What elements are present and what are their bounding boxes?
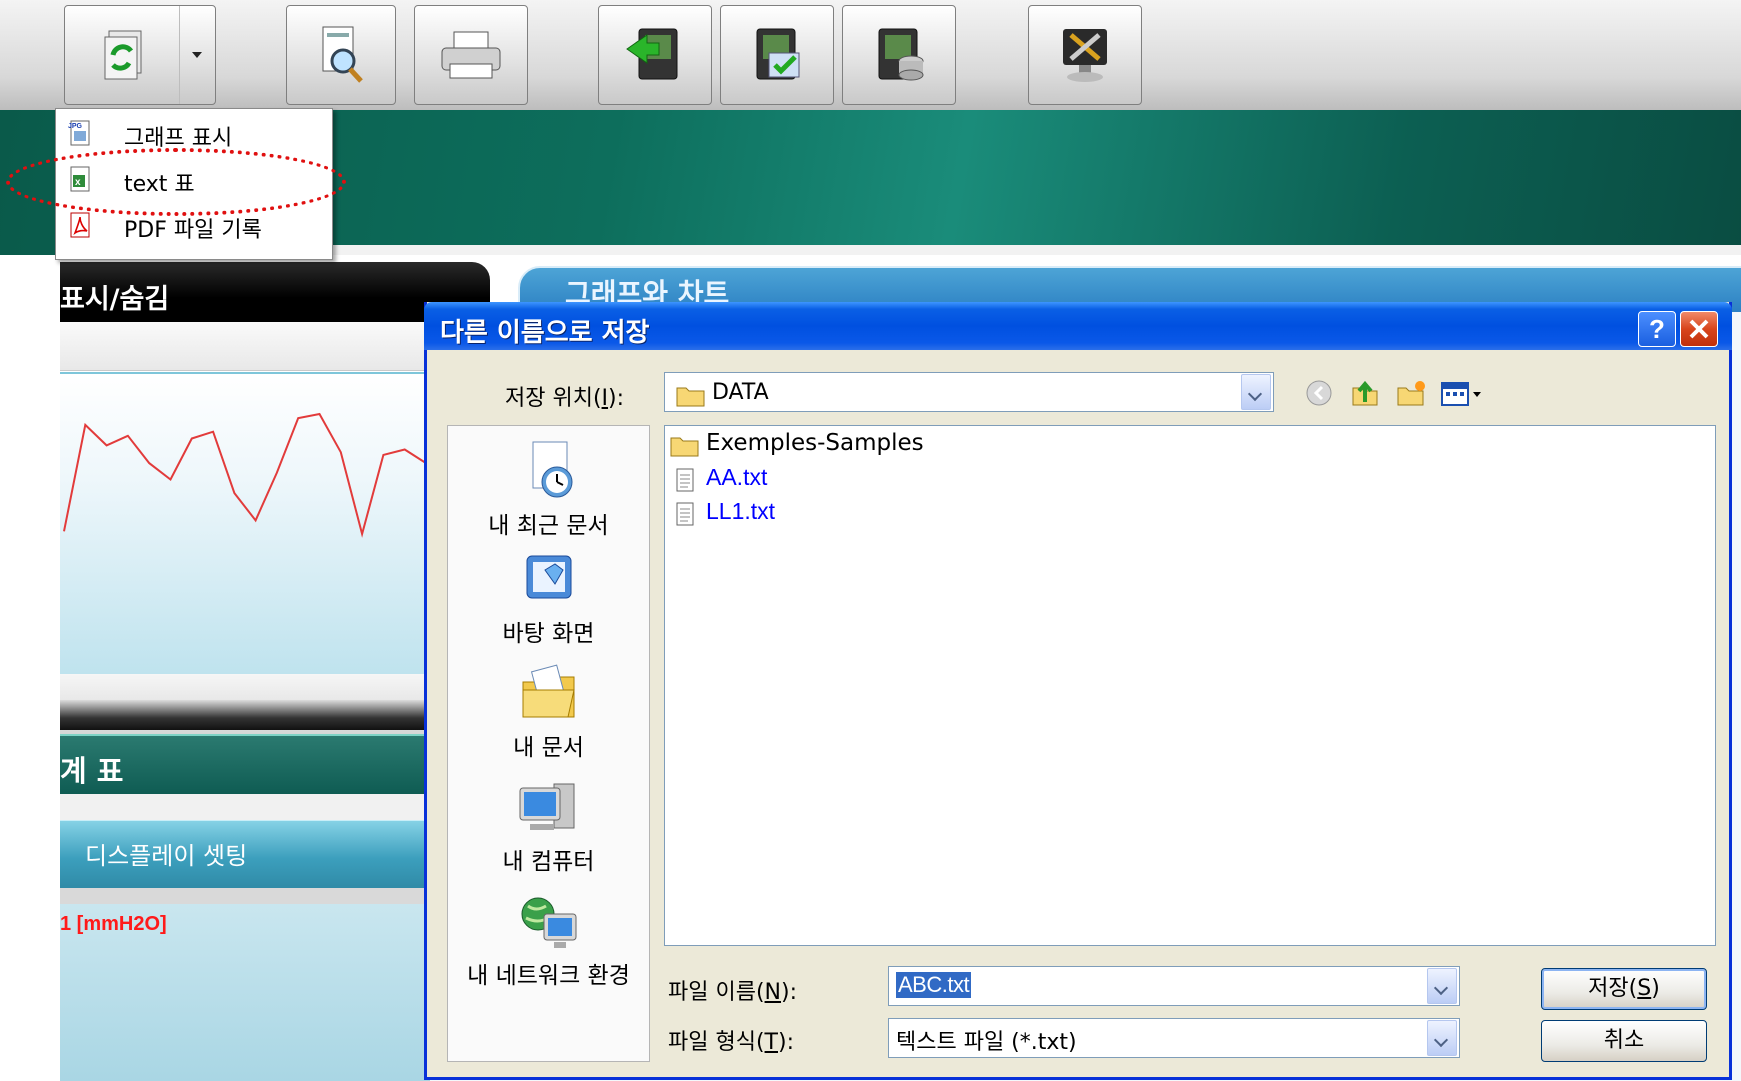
up-folder-icon[interactable] (1350, 378, 1380, 408)
jpg-file-icon: JPG (68, 120, 90, 146)
text-file-icon (676, 502, 694, 526)
device-check-button[interactable] (720, 5, 834, 105)
my-documents-icon (522, 664, 575, 718)
chart-series-line (63, 412, 427, 538)
device-database-icon (878, 28, 924, 81)
mini-chart (63, 412, 427, 538)
save-in-label: 저장 위치(I): (505, 386, 625, 411)
place-label: 내 네트워크 환경 (467, 963, 630, 989)
toolbar (0, 0, 1741, 111)
place-desktop[interactable]: 바탕 화면 (447, 550, 650, 647)
unit-label: 1 [mmH2O] (60, 913, 167, 935)
file-type-value: 텍스트 파일 (*.txt) (896, 1030, 1077, 1055)
tools-icon (1063, 29, 1107, 82)
text-file-icon (676, 468, 694, 492)
network-icon (521, 897, 576, 948)
close-icon (1689, 319, 1709, 339)
mini-chart-panel (60, 372, 430, 676)
panel-strip (60, 322, 430, 371)
file-name: AA.txt (706, 464, 768, 490)
showhide-title: 표시/숨김 (60, 284, 170, 315)
place-my-documents[interactable]: 내 문서 (447, 662, 650, 761)
place-label: 내 문서 (513, 735, 584, 761)
printer-icon (441, 31, 501, 79)
folder-icon (676, 387, 705, 407)
display-setting-label[interactable]: 디스플레이 셋팅 (85, 836, 247, 871)
back-icon[interactable] (1304, 378, 1334, 408)
list-item[interactable]: AA.txt (670, 464, 870, 494)
dropdown-arrow[interactable] (179, 6, 216, 104)
place-label: 바탕 화면 (502, 621, 595, 647)
file-type-label: 파일 형식(T): (668, 1030, 794, 1055)
chevron-down-icon[interactable] (1241, 374, 1271, 410)
new-folder-icon[interactable] (1396, 378, 1426, 408)
pdf-file-icon (70, 212, 90, 238)
dialog-title: 다른 이름으로 저장 (440, 318, 650, 348)
chevron-down-icon[interactable] (1427, 1020, 1457, 1056)
device-check-icon (756, 28, 800, 80)
file-name: LL1.txt (706, 498, 776, 524)
recent-documents-icon (532, 441, 572, 498)
settings-tools-button[interactable] (1028, 5, 1142, 105)
magnifier-document-icon (322, 26, 363, 83)
highlight-annotation (6, 148, 346, 216)
my-computer-icon (519, 783, 574, 830)
import-device-button[interactable] (598, 5, 712, 105)
view-menu-icon[interactable] (1440, 378, 1490, 408)
save-button[interactable]: 저장(S) (1541, 968, 1707, 1010)
file-name-label: 파일 이름(N): (668, 980, 798, 1005)
device-database-button[interactable] (842, 5, 956, 105)
panel-divider (60, 700, 430, 730)
refresh-export-button[interactable] (64, 5, 216, 105)
stats-title: 계 표 (60, 754, 124, 788)
panel-strip (60, 794, 430, 820)
place-network[interactable]: 내 네트워크 환경 (447, 892, 650, 989)
place-label: 내 컴퓨터 (502, 849, 595, 875)
preview-button[interactable] (286, 5, 396, 105)
list-item[interactable]: Exemples-Samples (670, 430, 990, 460)
print-button[interactable] (414, 5, 528, 105)
place-my-computer[interactable]: 내 컴퓨터 (447, 780, 650, 875)
close-button[interactable] (1680, 311, 1718, 347)
file-name-value[interactable]: ABC.txt (896, 972, 972, 998)
place-recent-documents[interactable]: 내 최근 문서 (447, 438, 650, 539)
file-name-field[interactable] (888, 966, 1460, 1006)
refresh-icon (104, 30, 142, 80)
menu-item-label: PDF 파일 기록 (124, 218, 262, 243)
list-item[interactable]: LL1.txt (670, 498, 870, 528)
svg-text:JPG: JPG (68, 123, 83, 130)
chevron-down-icon[interactable] (1427, 968, 1457, 1004)
save-in-value: DATA (712, 380, 769, 405)
device-import-icon (626, 28, 678, 80)
help-button[interactable]: ? (1638, 311, 1676, 347)
place-label: 내 최근 문서 (488, 513, 609, 539)
file-name: Exemples-Samples (706, 430, 924, 456)
desktop-icon (526, 555, 571, 599)
cancel-button[interactable]: 취소 (1541, 1020, 1707, 1062)
folder-icon (670, 437, 699, 457)
panel-strip (60, 888, 430, 904)
